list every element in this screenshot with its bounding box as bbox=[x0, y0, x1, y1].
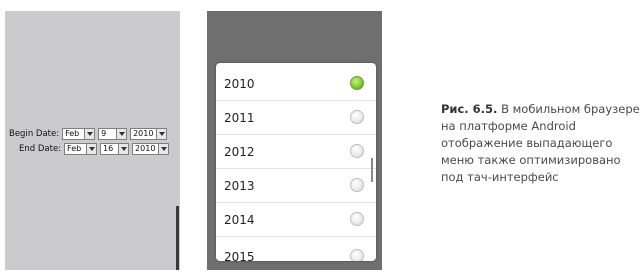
dropdown-arrow-icon[interactable] bbox=[87, 143, 98, 155]
year-option-label: 2010 bbox=[224, 77, 255, 91]
begin-month-value: Feb bbox=[62, 128, 86, 140]
figure-caption: Рис. 6.5. В мобильном браузере на платфо… bbox=[441, 101, 641, 186]
year-option-label: 2015 bbox=[224, 250, 255, 261]
begin-day-value: 9 bbox=[98, 128, 118, 140]
radio-checked-icon[interactable] bbox=[350, 76, 364, 90]
dropdown-arrow-icon[interactable] bbox=[119, 143, 130, 155]
begin-day-select[interactable]: 9 bbox=[98, 128, 128, 140]
year-option[interactable]: 2012 bbox=[216, 135, 376, 169]
begin-year-value: 2010 bbox=[130, 128, 158, 140]
dropdown-arrow-icon[interactable] bbox=[85, 128, 96, 140]
radio-unchecked-icon[interactable] bbox=[350, 212, 364, 226]
radio-unchecked-icon[interactable] bbox=[350, 249, 364, 261]
dropdown-arrow-icon[interactable] bbox=[157, 128, 168, 140]
figure-number: Рис. 6.5. bbox=[441, 102, 498, 116]
dropdown-arrow-icon[interactable] bbox=[159, 143, 170, 155]
begin-year-select[interactable]: 2010 bbox=[130, 128, 168, 140]
begin-date-row: Begin Date: Feb 9 2010 bbox=[9, 128, 170, 140]
year-option-label: 2014 bbox=[224, 213, 255, 227]
end-date-label: End Date: bbox=[19, 144, 62, 154]
year-option-label: 2012 bbox=[224, 145, 255, 159]
year-option[interactable]: 2013 bbox=[216, 169, 376, 203]
desktop-view-screenshot bbox=[5, 11, 180, 270]
end-day-select[interactable]: 16 bbox=[100, 143, 130, 155]
end-month-value: Feb bbox=[64, 143, 88, 155]
dropdown-arrow-icon[interactable] bbox=[117, 128, 128, 140]
begin-date-label: Begin Date: bbox=[9, 129, 60, 139]
end-date-row: End Date: Feb 16 2010 bbox=[19, 143, 172, 155]
radio-unchecked-icon[interactable] bbox=[350, 144, 364, 158]
end-day-value: 16 bbox=[100, 143, 120, 155]
year-option[interactable]: 2010 bbox=[216, 67, 376, 101]
radio-unchecked-icon[interactable] bbox=[350, 110, 364, 124]
picker-scrollbar[interactable] bbox=[371, 158, 373, 182]
year-option[interactable]: 2015 bbox=[216, 237, 376, 261]
begin-month-select[interactable]: Feb bbox=[62, 128, 96, 140]
year-option-label: 2013 bbox=[224, 179, 255, 193]
radio-unchecked-icon[interactable] bbox=[350, 178, 364, 192]
end-year-select[interactable]: 2010 bbox=[132, 143, 170, 155]
year-picker-dialog: 2010 2011 2012 2013 2014 2015 bbox=[216, 63, 376, 261]
year-option-label: 2011 bbox=[224, 111, 255, 125]
year-option[interactable]: 2011 bbox=[216, 101, 376, 135]
year-option[interactable]: 2014 bbox=[216, 203, 376, 237]
end-month-select[interactable]: Feb bbox=[64, 143, 98, 155]
end-year-value: 2010 bbox=[132, 143, 160, 155]
page-scrollbar[interactable] bbox=[176, 206, 179, 270]
